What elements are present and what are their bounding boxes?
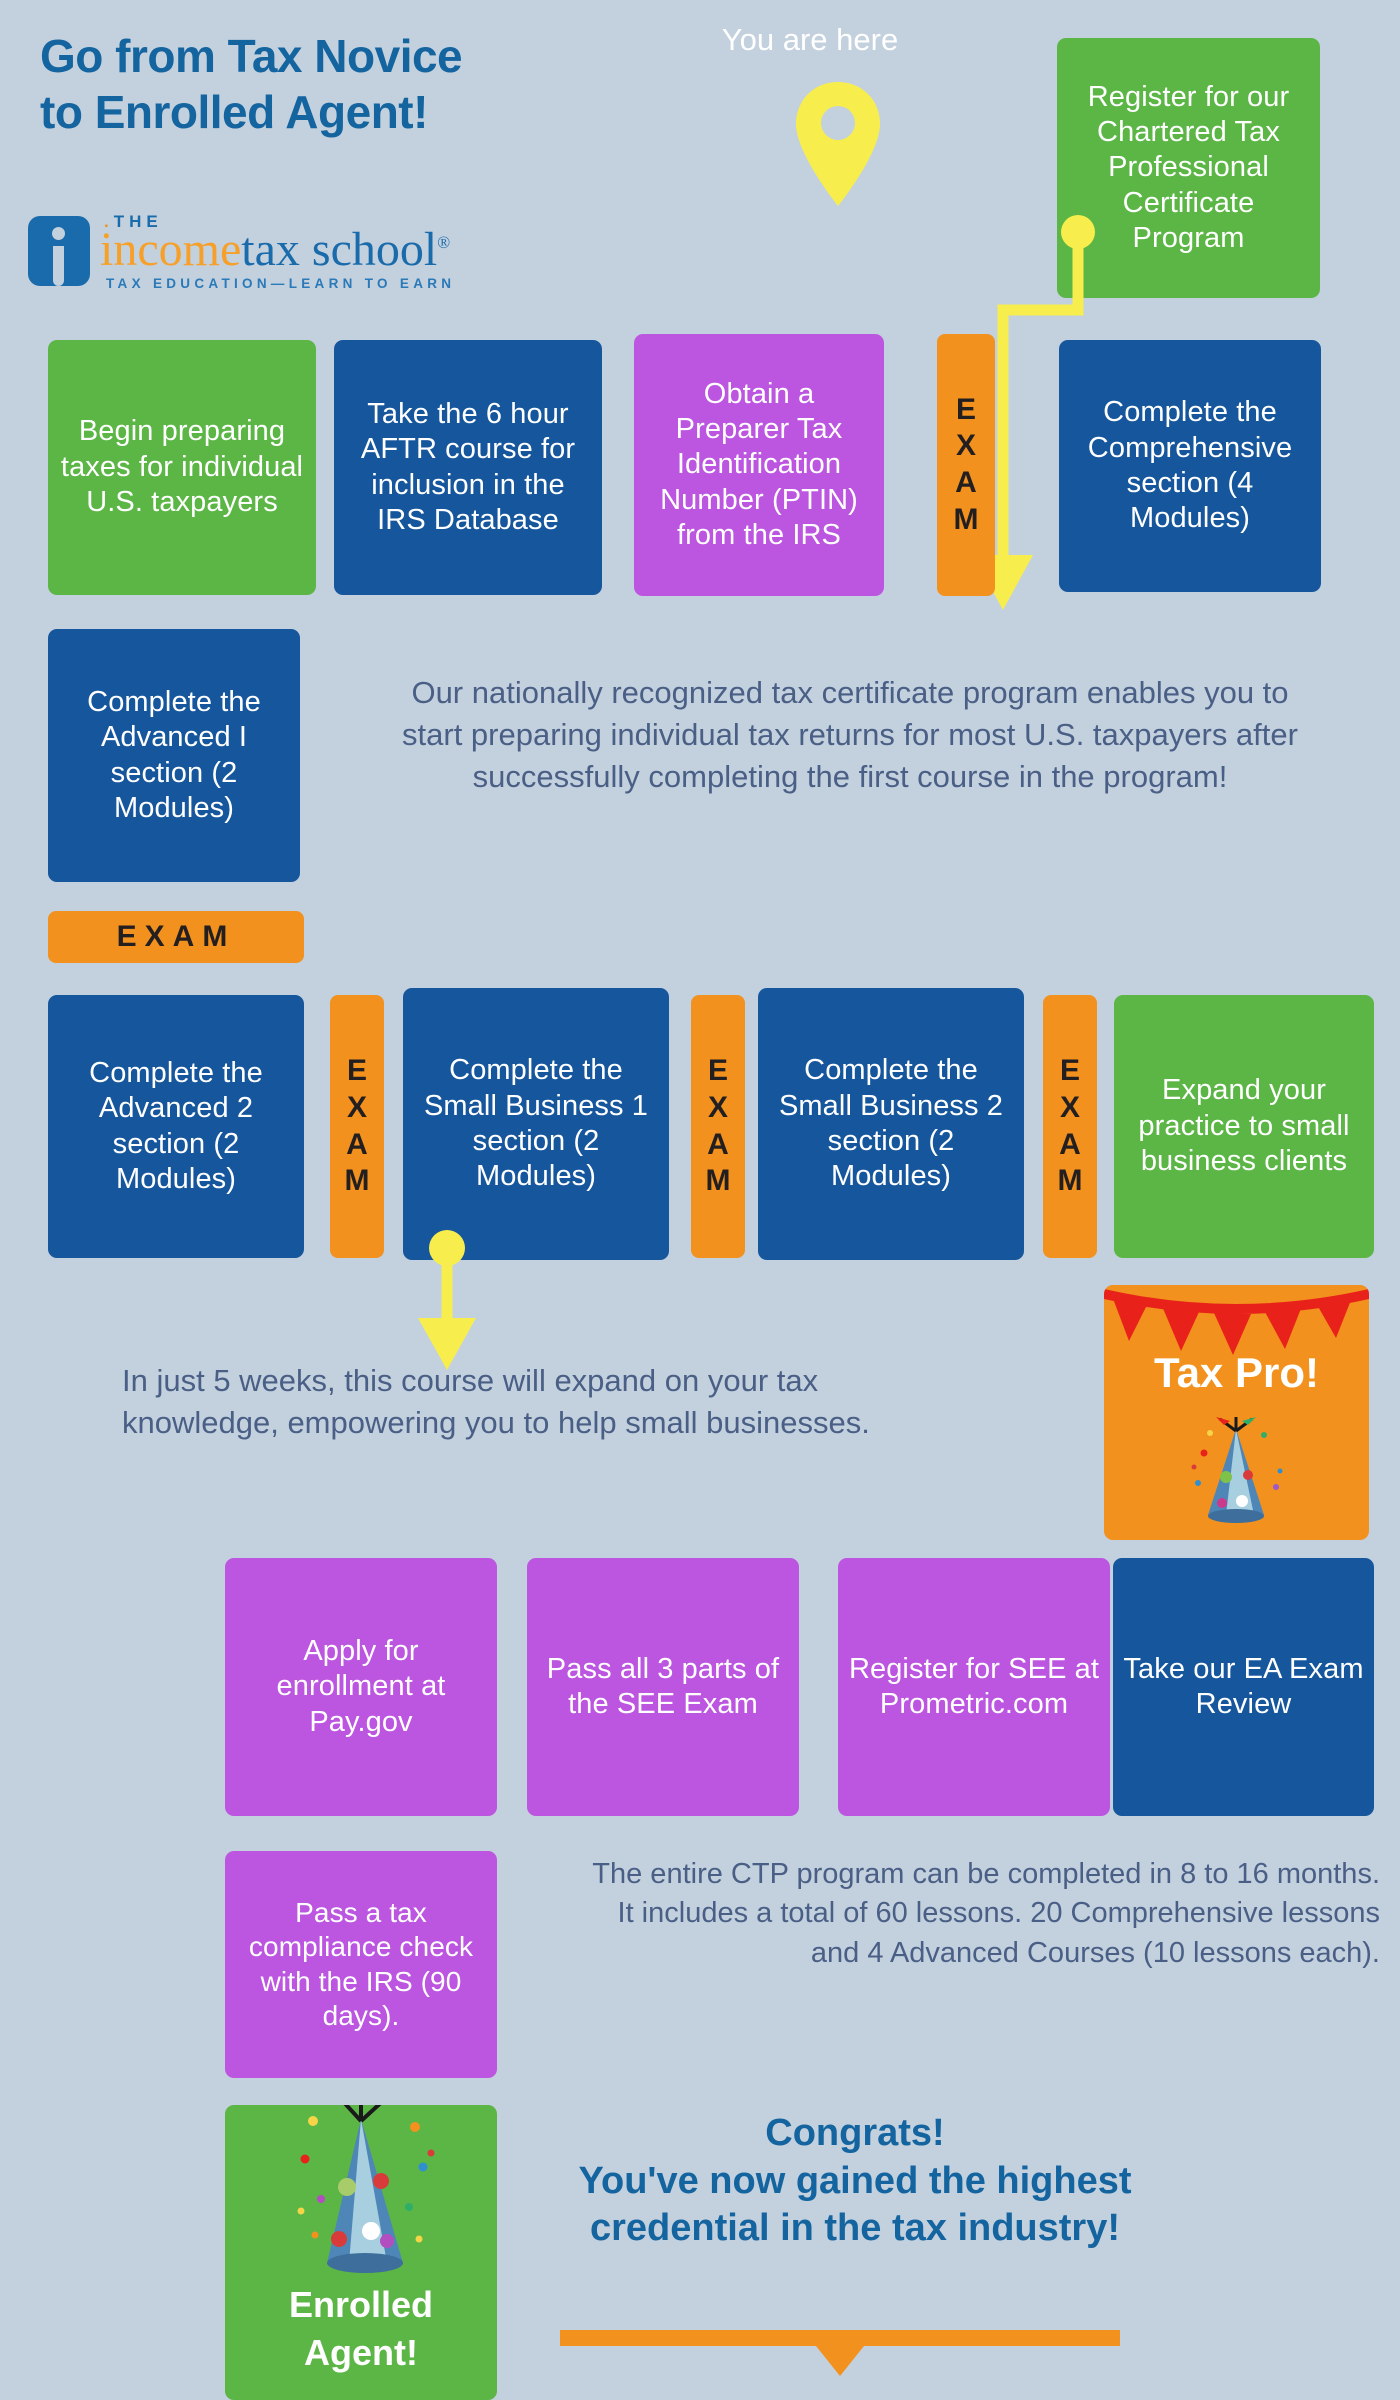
congrats-line-3: credential in the tax industry! <box>590 2207 1120 2249</box>
logo-income-word: income <box>100 223 242 276</box>
page-title-line-2: to Enrolled Agent! <box>40 86 428 139</box>
milestone-tax-pro: Tax Pro! <box>1104 1285 1369 1540</box>
paragraph-five-weeks: In just 5 weeks, this course will expand… <box>122 1363 870 1441</box>
step-advanced-1-section[interactable]: Complete the Advanced I section (2 Modul… <box>48 629 300 882</box>
bottom-accent-bar <box>560 2330 1120 2346</box>
map-pin-icon <box>796 82 880 206</box>
exam-badge-after-advanced-1: EXAM <box>48 911 304 963</box>
step-obtain-ptin[interactable]: Obtain a Preparer Tax Identification Num… <box>634 334 884 596</box>
enrolled-agent-label-line-1: Enrolled <box>288 2283 434 2325</box>
infographic-canvas: Go from Tax Novice to Enrolled Agent! .T… <box>0 0 1400 2400</box>
step-tax-compliance-check[interactable]: Pass a tax compliance check with the IRS… <box>225 1851 497 2078</box>
step-apply-enrollment[interactable]: Apply for enrollment at Pay.gov <box>225 1558 497 1816</box>
step-expand-practice[interactable]: Expand your practice to small business c… <box>1114 995 1374 1258</box>
you-are-here-label: You are here <box>721 22 899 57</box>
paragraph-program-intro: Our nationally recognized tax certificat… <box>402 675 1298 795</box>
enrolled-agent-label-line-2: Agent! <box>304 2332 418 2374</box>
step-ea-exam-review[interactable]: Take our EA Exam Review <box>1113 1558 1374 1816</box>
exam-badge-after-sb1: E X A M <box>691 995 745 1258</box>
congrats-block: Congrats! You've now gained the highest … <box>530 2110 1180 2253</box>
logo-registered-mark: ® <box>437 233 451 252</box>
exam-badge-after-sb2: E X A M <box>1043 995 1097 1258</box>
step-aftr-course[interactable]: Take the 6 hour AFTR course for inclusio… <box>334 340 602 595</box>
step-pass-see-exam[interactable]: Pass all 3 parts of the SEE Exam <box>527 1558 799 1816</box>
step-begin-preparing-taxes[interactable]: Begin preparing taxes for individual U.S… <box>48 340 316 595</box>
paragraph-ctp-duration: The entire CTP program can be completed … <box>592 1858 1380 1969</box>
logo-tagline: TAX EDUCATION—LEARN TO EARN <box>106 276 456 291</box>
congrats-line-1: Congrats! <box>765 2112 945 2154</box>
step-small-business-2-section[interactable]: Complete the Small Business 2 section (2… <box>758 988 1024 1260</box>
tax-pro-label: Tax Pro! <box>1154 1349 1319 1396</box>
step-comprehensive-section[interactable]: Complete the Comprehensive section (4 Mo… <box>1059 340 1321 592</box>
exam-badge-after-ptin: E X A M <box>937 334 995 596</box>
bunting-icon <box>1104 1289 1369 1355</box>
congrats-line-2: You've now gained the highest <box>578 2159 1132 2202</box>
logo-person-icon <box>28 216 90 286</box>
logo-wordmark: incometax school® <box>100 226 450 274</box>
party-hat-icon <box>1191 1417 1283 1523</box>
income-tax-school-logo: .THE incometax school® TAX EDUCATION—LEA… <box>28 212 648 294</box>
step-advanced-2-section[interactable]: Complete the Advanced 2 section (2 Modul… <box>48 995 304 1258</box>
logo-taxschool-word: tax school <box>241 223 438 276</box>
page-title: Go from Tax Novice to Enrolled Agent! <box>40 28 680 140</box>
step-register-ctp[interactable]: Register for our Chartered Tax Professio… <box>1057 38 1320 298</box>
step-small-business-1-section[interactable]: Complete the Small Business 1 section (2… <box>403 988 669 1260</box>
exam-badge-after-advanced-2: E X A M <box>330 995 384 1258</box>
milestone-enrolled-agent: Enrolled Agent! <box>225 2105 497 2400</box>
page-title-line-1: Go from Tax Novice <box>40 30 463 82</box>
step-register-see-prometric[interactable]: Register for SEE at Prometric.com <box>838 1558 1110 1816</box>
